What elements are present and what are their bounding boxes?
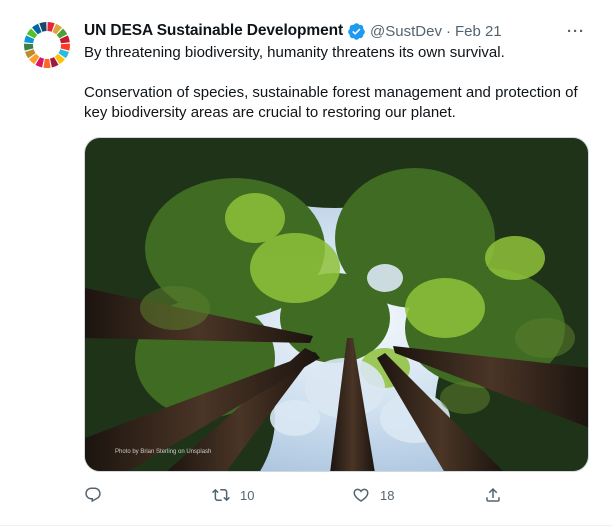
tweet-header: UN DESA Sustainable Development @SustDev…: [84, 20, 588, 42]
tweet-text-paragraph-2: Conservation of species, sustainable for…: [84, 84, 578, 121]
verified-badge-icon: [347, 22, 366, 41]
separator: ·: [445, 22, 451, 40]
like-count: 18: [380, 487, 395, 503]
display-name[interactable]: UN DESA Sustainable Development: [84, 22, 343, 40]
handle[interactable]: @SustDev: [370, 23, 442, 40]
sdg-wheel-icon: [22, 20, 72, 70]
share-icon: [484, 486, 502, 504]
like-button[interactable]: 18: [352, 482, 394, 508]
share-button[interactable]: [484, 482, 502, 508]
avatar[interactable]: [22, 20, 72, 70]
reply-icon: [84, 486, 102, 504]
reply-button[interactable]: [84, 482, 112, 508]
retweet-button[interactable]: 10: [212, 482, 254, 508]
photo-credit: Photo by Brian Sterling on Unsplash: [115, 449, 212, 455]
heart-icon: [352, 486, 370, 504]
retweet-count: 10: [240, 487, 255, 503]
tweet-actions: 10 18: [84, 482, 514, 508]
tweet-text-paragraph-1: By threatening biodiversity, humanity th…: [84, 44, 505, 61]
tweet[interactable]: UN DESA Sustainable Development @SustDev…: [0, 0, 612, 526]
tweet-date[interactable]: Feb 21: [455, 23, 502, 40]
more-options-button[interactable]: ···: [564, 20, 588, 42]
retweet-icon: [212, 486, 230, 504]
tweet-photo[interactable]: Photo by Brian Sterling on Unsplash: [84, 137, 589, 472]
forest-canopy-image: [85, 138, 588, 471]
